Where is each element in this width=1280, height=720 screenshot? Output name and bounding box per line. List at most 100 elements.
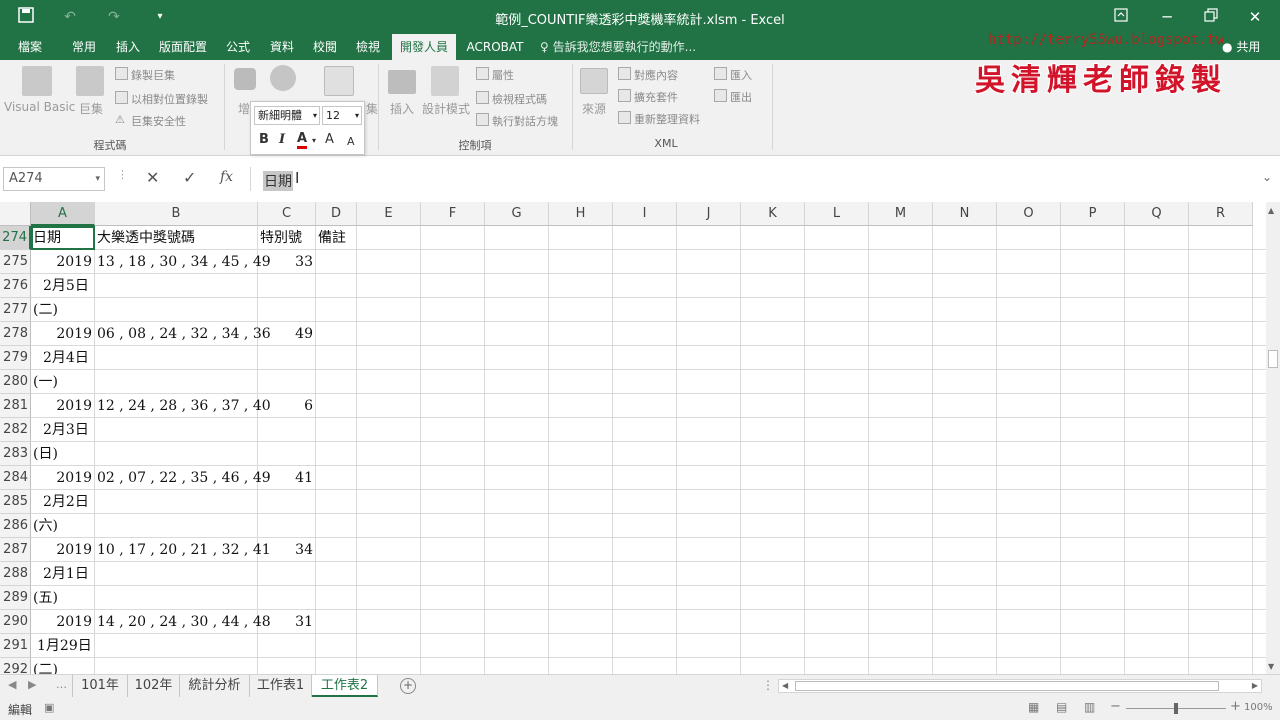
cell-c[interactable] xyxy=(260,658,313,674)
cell-d[interactable] xyxy=(318,658,354,674)
macro-security-button[interactable]: 巨集安全性 xyxy=(131,113,186,129)
cell-c[interactable] xyxy=(260,562,313,586)
row-header[interactable]: 281 xyxy=(0,394,31,418)
font-color-button[interactable]: A xyxy=(297,132,308,149)
select-all-corner[interactable] xyxy=(0,202,31,226)
close-icon[interactable]: ✕ xyxy=(1244,6,1266,28)
add-sheet-button[interactable]: + xyxy=(400,678,416,694)
cell-b[interactable] xyxy=(97,514,255,538)
cell-d[interactable] xyxy=(318,274,354,298)
cell-a[interactable]: 2019 xyxy=(33,394,92,418)
row-header[interactable]: 279 xyxy=(0,346,31,370)
sheet-tab-sheet2[interactable]: 工作表2 xyxy=(312,675,378,697)
cell-a[interactable]: 2月3日 xyxy=(33,418,92,442)
xml-source-button[interactable]: 來源 xyxy=(582,100,606,117)
map-properties-button[interactable]: 對應內容 xyxy=(634,67,678,83)
cell-b[interactable]: 14 , 20 , 24 , 30 , 44 , 48 xyxy=(97,610,271,634)
vertical-scroll-thumb[interactable] xyxy=(1268,350,1278,368)
zoom-level[interactable]: 100% xyxy=(1244,702,1273,713)
cell-b[interactable]: 02 , 07 , 22 , 35 , 46 , 49 xyxy=(97,466,271,490)
font-name-box[interactable]: 新細明體 ▾ xyxy=(254,106,320,125)
cell-d[interactable] xyxy=(318,394,354,418)
cell-c[interactable] xyxy=(260,346,313,370)
tab-page-layout[interactable]: 版面配置 xyxy=(152,34,214,60)
tell-me-box[interactable]: ♀ 告訴我您想要執行的動作... xyxy=(540,34,696,60)
cell-d[interactable] xyxy=(318,346,354,370)
properties-button[interactable]: 屬性 xyxy=(492,67,514,83)
row-header[interactable]: 284 xyxy=(0,466,31,490)
column-header-h[interactable]: H xyxy=(549,202,613,226)
column-header-m[interactable]: M xyxy=(869,202,933,226)
cell-d[interactable]: 備註 xyxy=(318,226,354,250)
prev-sheet-icon[interactable]: ◀ xyxy=(8,678,16,691)
page-layout-view-icon[interactable]: ▤ xyxy=(1056,700,1067,714)
cell-c[interactable]: 31 xyxy=(260,610,313,634)
sheet-more-icon[interactable]: … xyxy=(56,678,67,691)
column-header-q[interactable]: Q xyxy=(1125,202,1189,226)
column-header-e[interactable]: E xyxy=(357,202,421,226)
italic-button[interactable]: I xyxy=(279,132,285,147)
cell-d[interactable] xyxy=(318,298,354,322)
cell-a[interactable]: (二) xyxy=(33,298,92,322)
cell-c[interactable] xyxy=(260,490,313,514)
column-header-d[interactable]: D xyxy=(316,202,357,226)
cell-a[interactable]: 2月2日 xyxy=(33,490,92,514)
row-header[interactable]: 286 xyxy=(0,514,31,538)
cell-c[interactable]: 34 xyxy=(260,538,313,562)
cell-c[interactable] xyxy=(260,634,313,658)
cell-b[interactable] xyxy=(97,346,255,370)
row-header[interactable]: 292 xyxy=(0,658,31,674)
row-header[interactable]: 277 xyxy=(0,298,31,322)
cell-c[interactable]: 41 xyxy=(260,466,313,490)
tab-split-handle-icon[interactable]: ⋮ xyxy=(762,678,774,692)
cell-b[interactable] xyxy=(97,370,255,394)
row-header[interactable]: 282 xyxy=(0,418,31,442)
cell-b[interactable] xyxy=(97,418,255,442)
row-header[interactable]: 287 xyxy=(0,538,31,562)
relative-refs-button[interactable]: 以相對位置錄製 xyxy=(131,91,208,107)
enter-button[interactable]: ✓ xyxy=(183,168,196,187)
column-header-j[interactable]: J xyxy=(677,202,741,226)
horizontal-scroll-thumb[interactable] xyxy=(795,681,1219,691)
cancel-button[interactable]: ✕ xyxy=(146,168,159,187)
tab-acrobat[interactable]: ACROBAT xyxy=(460,34,530,60)
column-header-k[interactable]: K xyxy=(741,202,805,226)
column-header-a[interactable]: A xyxy=(31,202,95,226)
tab-file[interactable]: 檔案 xyxy=(8,34,52,60)
sheet-tab-sheet1[interactable]: 工作表1 xyxy=(250,675,312,697)
cell-c[interactable] xyxy=(260,442,313,466)
row-header[interactable]: 289 xyxy=(0,586,31,610)
cell-a[interactable]: (六) xyxy=(33,514,92,538)
tab-insert[interactable]: 插入 xyxy=(106,34,150,60)
scroll-right-icon[interactable]: ▶ xyxy=(1252,681,1258,690)
chevron-down-icon[interactable]: ▾ xyxy=(95,168,100,190)
cell-d[interactable] xyxy=(318,370,354,394)
bold-button[interactable]: B xyxy=(259,132,269,147)
scroll-left-icon[interactable]: ◀ xyxy=(782,681,788,690)
cell-b[interactable] xyxy=(97,586,255,610)
column-header-o[interactable]: O xyxy=(997,202,1061,226)
cell-b[interactable]: 12 , 24 , 28 , 36 , 37 , 40 xyxy=(97,394,271,418)
row-header[interactable]: 275 xyxy=(0,250,31,274)
restore-icon[interactable] xyxy=(1200,6,1222,28)
cell-c[interactable] xyxy=(260,586,313,610)
column-header-p[interactable]: P xyxy=(1061,202,1125,226)
zoom-out-icon[interactable]: − xyxy=(1110,699,1121,714)
scroll-up-icon[interactable]: ▲ xyxy=(1268,206,1274,215)
tab-view[interactable]: 檢視 xyxy=(348,34,388,60)
macros-button[interactable]: 巨集 xyxy=(79,100,103,117)
cell-b[interactable] xyxy=(97,562,255,586)
column-header-f[interactable]: F xyxy=(421,202,485,226)
column-header-i[interactable]: I xyxy=(613,202,677,226)
tab-formulas[interactable]: 公式 xyxy=(218,34,258,60)
run-dialog-button[interactable]: 執行對話方塊 xyxy=(492,113,558,129)
cell-a[interactable]: 2月5日 xyxy=(33,274,92,298)
shrink-font-button[interactable]: A xyxy=(347,135,355,148)
view-code-button[interactable]: 檢視程式碼 xyxy=(492,91,547,107)
cell-b[interactable] xyxy=(97,442,255,466)
share-button[interactable]: ● 共用 xyxy=(1222,34,1260,60)
cell-a[interactable]: (二) xyxy=(33,658,92,674)
import-button[interactable]: 匯入 xyxy=(730,67,752,83)
refresh-data-button[interactable]: 重新整理資料 xyxy=(634,111,700,127)
cell-d[interactable] xyxy=(318,538,354,562)
